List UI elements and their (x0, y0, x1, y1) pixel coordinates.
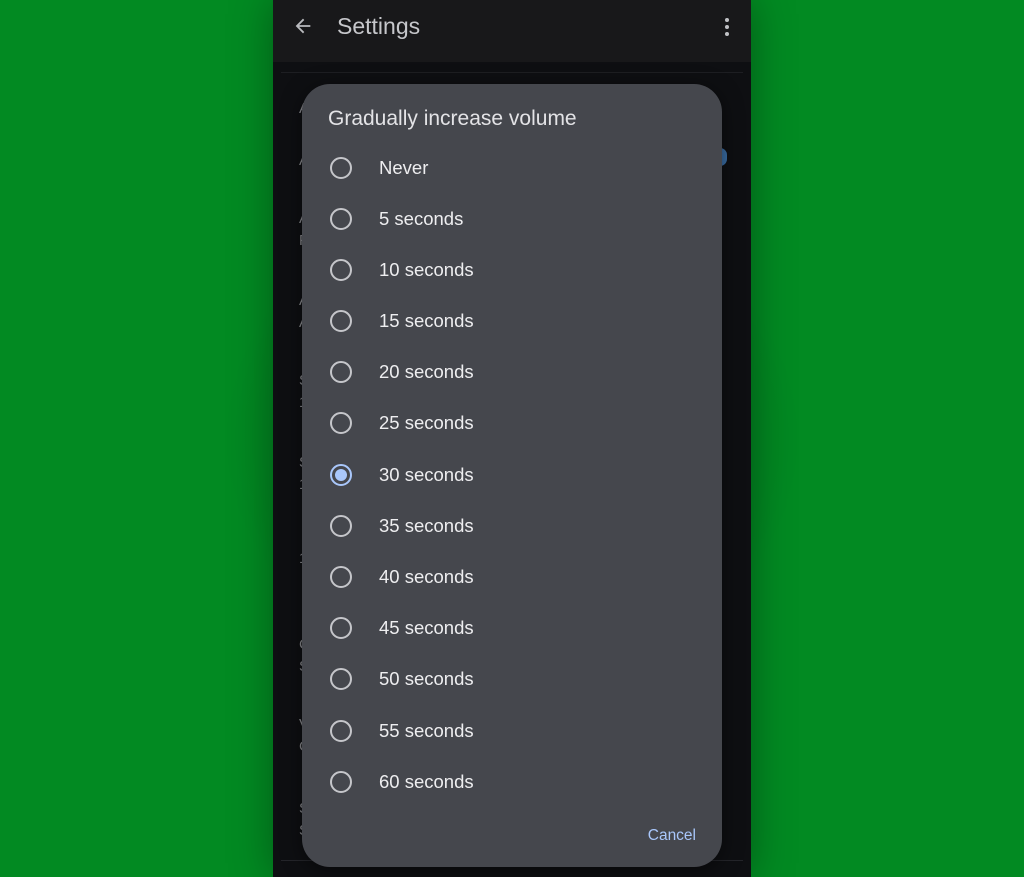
radio-button[interactable] (330, 565, 352, 588)
radio-button[interactable] (330, 360, 352, 383)
radio-button[interactable] (330, 309, 352, 332)
option-label: 30 seconds (379, 463, 474, 485)
option-label: 10 seconds (379, 258, 474, 280)
radio-button[interactable] (330, 616, 352, 639)
radio-button[interactable] (330, 207, 352, 230)
option-60-seconds[interactable]: 60 seconds (316, 756, 708, 807)
option-50-seconds[interactable]: 50 seconds (316, 653, 708, 704)
page-title: Settings (337, 13, 421, 39)
option-20-seconds[interactable]: 20 seconds (316, 346, 708, 397)
option-55-seconds[interactable]: 55 seconds (316, 705, 708, 756)
cancel-button[interactable]: Cancel (644, 825, 700, 847)
arrow-left-icon (295, 18, 311, 34)
option-label: 55 seconds (379, 719, 474, 741)
option-label: Never (379, 156, 429, 178)
option-10-seconds[interactable]: 10 seconds (316, 244, 708, 295)
option-label: 25 seconds (379, 411, 474, 433)
radio-button[interactable] (330, 514, 352, 537)
option-30-seconds[interactable]: 30 seconds (316, 449, 708, 500)
option-35-seconds[interactable]: 35 seconds (316, 500, 708, 551)
option-5-seconds[interactable]: 5 seconds (316, 193, 708, 244)
radio-button[interactable] (330, 258, 352, 281)
option-label: 60 seconds (379, 770, 474, 792)
app-bar: Settings (273, 0, 751, 62)
radio-button[interactable] (330, 156, 352, 179)
option-label: 45 seconds (379, 616, 474, 638)
option-label: 40 seconds (379, 565, 474, 587)
option-40-seconds[interactable]: 40 seconds (316, 551, 708, 602)
option-label: 5 seconds (379, 207, 464, 229)
dialog-title: Gradually increase volume (328, 107, 577, 130)
option-never[interactable]: Never (316, 142, 708, 193)
radio-button-selected[interactable] (330, 463, 352, 486)
radio-button[interactable] (330, 770, 352, 793)
radio-button[interactable] (330, 667, 352, 690)
option-label: 15 seconds (379, 309, 474, 331)
back-button[interactable] (289, 12, 317, 40)
option-15-seconds[interactable]: 15 seconds (316, 295, 708, 346)
gradually-increase-volume-dialog: Gradually increase volume Never 5 second… (302, 84, 722, 867)
more-vert-icon (725, 18, 729, 22)
option-label: 50 seconds (379, 667, 474, 689)
option-label: 35 seconds (379, 514, 474, 536)
radio-button[interactable] (330, 411, 352, 434)
option-label: 20 seconds (379, 360, 474, 382)
radio-button[interactable] (330, 719, 352, 742)
more-options-button[interactable] (717, 14, 737, 40)
option-45-seconds[interactable]: 45 seconds (316, 602, 708, 653)
option-25-seconds[interactable]: 25 seconds (316, 397, 708, 448)
divider (281, 72, 743, 73)
